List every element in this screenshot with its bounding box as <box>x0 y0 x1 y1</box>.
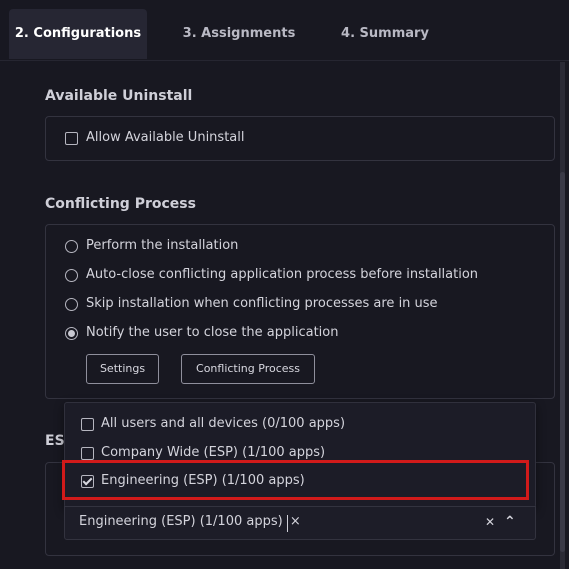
selected-chip: Engineering (ESP) (1/100 apps) × <box>79 514 301 529</box>
perform-installation-label[interactable]: Perform the installation <box>86 236 238 256</box>
notify-user-radio[interactable] <box>65 327 78 340</box>
tab-assignments[interactable]: 3. Assignments <box>175 9 303 59</box>
settings-button[interactable]: Settings <box>86 354 159 384</box>
allow-available-uninstall-checkbox[interactable] <box>65 132 78 145</box>
chip-remove-icon[interactable]: × <box>290 514 301 529</box>
notify-user-label[interactable]: Notify the user to close the application <box>86 323 339 343</box>
available-uninstall-title: Available Uninstall <box>45 88 193 104</box>
page-scrollbar[interactable] <box>560 62 565 569</box>
chevron-up-icon[interactable]: ⌃ <box>504 514 516 530</box>
perform-installation-radio[interactable] <box>65 240 78 253</box>
auto-close-radio[interactable] <box>65 269 78 282</box>
tab-configurations[interactable]: 2. Configurations <box>9 9 147 59</box>
conflicting-process-button[interactable]: Conflicting Process <box>181 354 315 384</box>
all-users-checkbox[interactable] <box>81 418 94 431</box>
conflicting-process-title: Conflicting Process <box>45 196 196 212</box>
tab-summary[interactable]: 4. Summary <box>330 9 440 59</box>
skip-installation-radio[interactable] <box>65 298 78 311</box>
text-caret <box>287 515 288 532</box>
available-uninstall-box: Allow Available Uninstall <box>45 116 555 161</box>
auto-close-label[interactable]: Auto-close conflicting application proce… <box>86 265 478 285</box>
clear-icon[interactable]: ✕ <box>485 515 495 529</box>
wizard-tabs: 2. Configurations 3. Assignments 4. Summ… <box>0 0 569 61</box>
all-users-label: All users and all devices (0/100 apps) <box>101 416 346 431</box>
selected-chip-label: Engineering (ESP) (1/100 apps) <box>79 514 283 529</box>
company-wide-checkbox[interactable] <box>81 447 94 460</box>
skip-installation-label[interactable]: Skip installation when conflicting proce… <box>86 294 438 314</box>
dropdown-option-all-users[interactable]: All users and all devices (0/100 apps) <box>65 410 535 438</box>
allow-available-uninstall-label[interactable]: Allow Available Uninstall <box>86 128 244 148</box>
esp-select-input[interactable]: Engineering (ESP) (1/100 apps) × ✕ ⌃ <box>64 506 536 540</box>
selection-highlight <box>62 460 529 500</box>
scrollbar-thumb[interactable] <box>560 172 565 552</box>
conflicting-process-box: Perform the installation Auto-close conf… <box>45 224 555 399</box>
